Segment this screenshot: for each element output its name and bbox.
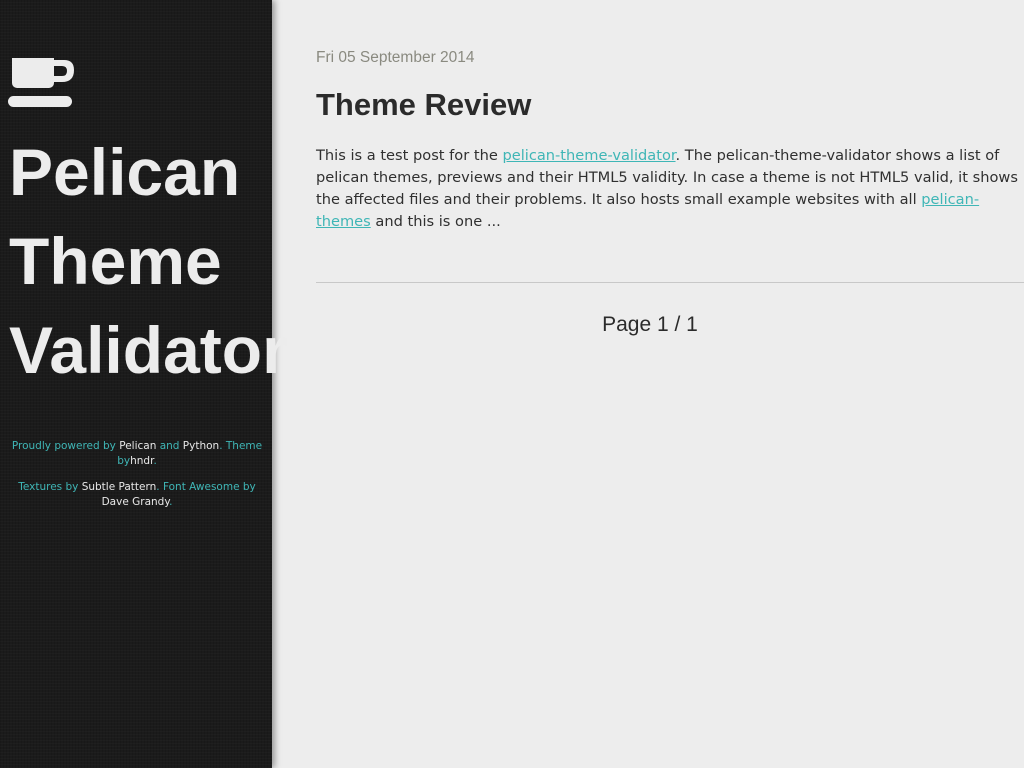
credits-line: Proudly powered by Pelican and Python. T… xyxy=(8,439,266,469)
credits-text: and xyxy=(156,440,183,452)
pelican-theme-validator-link[interactable]: pelican-theme-validator xyxy=(502,147,675,164)
summary-text: and this is one ... xyxy=(370,213,501,230)
divider xyxy=(316,282,1024,283)
credits-text: . Font Awesome by xyxy=(156,481,256,493)
site-title-line: Validator xyxy=(9,313,288,387)
credits-text: . xyxy=(153,455,157,467)
post-summary: This is a test post for the pelican-them… xyxy=(316,145,1018,233)
pelican-link[interactable]: Pelican xyxy=(119,440,156,452)
python-link[interactable]: Python xyxy=(183,440,219,452)
credits-line: Textures by Subtle Pattern. Font Awesome… xyxy=(8,480,266,510)
main-content: Fri 05 September 2014 Theme Review This … xyxy=(316,0,1024,768)
coffee-cup-icon xyxy=(8,58,74,107)
subtle-pattern-link[interactable]: Subtle Pattern xyxy=(82,481,157,493)
post-title-link[interactable]: Theme Review xyxy=(316,87,531,123)
credits-text: Proudly powered by xyxy=(11,440,120,452)
post-date: Fri 05 September 2014 xyxy=(316,49,475,66)
credits-text: Textures by xyxy=(18,481,82,493)
sidebar-footer: Proudly powered by Pelican and Python. T… xyxy=(8,439,266,521)
credits-text: . xyxy=(169,496,173,508)
site-title[interactable]: Pelican Theme Validator xyxy=(9,128,288,395)
site-title-line: Pelican xyxy=(9,135,241,209)
dave-grandy-link[interactable]: Dave Grandy xyxy=(102,496,169,508)
site-title-line: Theme xyxy=(9,224,222,298)
pagination-label: Page 1 / 1 xyxy=(602,313,698,336)
theme-author-link[interactable]: hndr xyxy=(130,455,153,467)
sidebar: Pelican Theme Validator Proudly powered … xyxy=(0,0,288,768)
summary-text: This is a test post for the xyxy=(316,147,503,164)
